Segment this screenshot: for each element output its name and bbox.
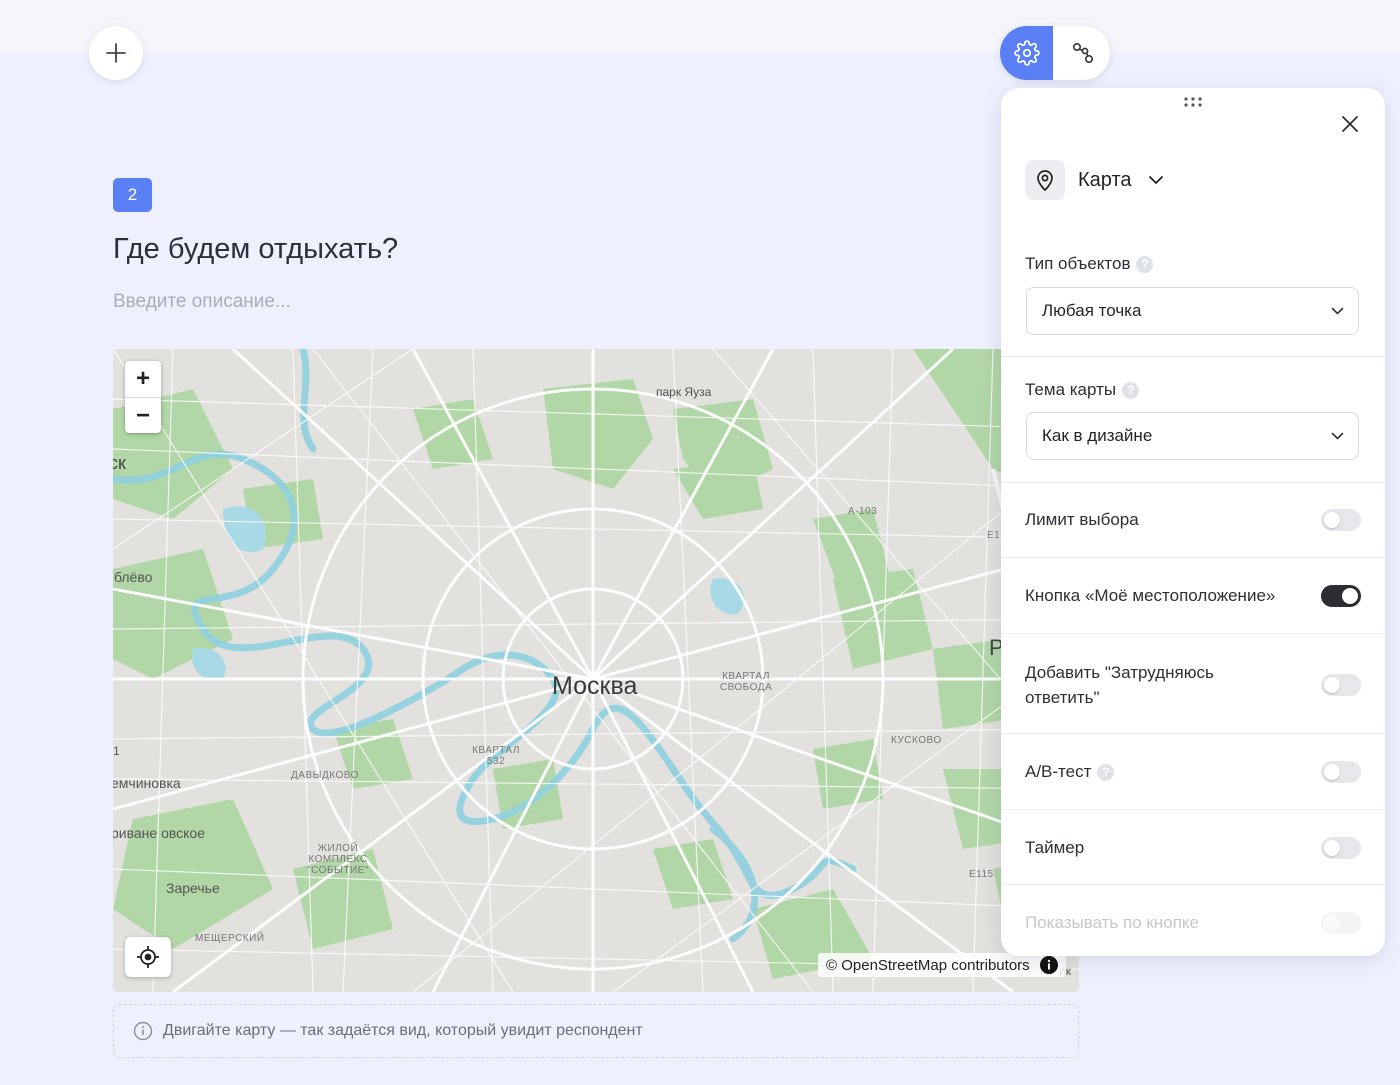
divider	[1001, 482, 1385, 483]
toggle-show-on-button	[1321, 912, 1361, 934]
toggle-row-cant-answer: Добавить "Затрудняюсь ответить"	[1025, 660, 1361, 710]
attribution-text[interactable]: © OpenStreetMap contributors	[826, 957, 1030, 974]
zoom-out-button[interactable]: −	[125, 398, 161, 434]
map-tiles	[113, 349, 1079, 992]
map-label-zarechye: Заречье	[166, 880, 220, 896]
toggle-ab-test[interactable]	[1321, 761, 1361, 783]
chevron-down-icon	[1148, 176, 1163, 185]
panel-mode-switch	[1000, 26, 1110, 80]
my-location-button[interactable]	[125, 937, 171, 977]
map-label-city: Москва	[552, 672, 638, 700]
divider	[1001, 557, 1385, 558]
logic-tab[interactable]	[1055, 26, 1110, 80]
map-label-one: 1	[113, 744, 120, 758]
question-description-input[interactable]: Введите описание...	[113, 291, 291, 313]
toggle-row-ab-test: А/В-тест ?	[1025, 760, 1361, 784]
drag-handle-icon[interactable]	[1183, 96, 1203, 108]
toggle-row-show-on-button: Показывать по кнопке	[1025, 911, 1361, 935]
toggle-label-my-location: Кнопка «Моё местоположение»	[1025, 586, 1276, 605]
settings-panel: Карта Тип объектов ? Любая точка Тема ка…	[1001, 88, 1385, 956]
toggle-label-show-on-button: Показывать по кнопке	[1025, 913, 1200, 932]
plus-icon	[106, 43, 126, 63]
object-type-select[interactable]: Любая точка	[1026, 287, 1359, 335]
help-icon[interactable]: ?	[1097, 763, 1115, 781]
map-label-e1: E1	[987, 530, 1001, 541]
toggle-my-location[interactable]	[1321, 585, 1361, 607]
divider	[1001, 633, 1385, 634]
map-label-kvartal-svoboda: КВАРТАЛ СВОБОДА	[719, 671, 773, 693]
map-label-meshchersky: МЕЩЕРСКИЙ	[195, 933, 265, 944]
question-title[interactable]: Где будем отдыхать?	[113, 233, 398, 266]
toggle-label-timer: Таймер	[1025, 838, 1085, 857]
info-icon	[133, 1021, 153, 1041]
map-view[interactable]: парк Яуза Москва ск блёво емчиновка рива…	[113, 349, 1079, 992]
map-label-kuskovo: КУСКОВО	[891, 735, 942, 746]
theme-label-row: Тема карты ?	[1025, 380, 1140, 400]
map-label-e115: E115	[969, 869, 994, 880]
map-label-ivanovskoe: риване овское	[113, 825, 206, 841]
widget-name: Карта	[1078, 168, 1132, 191]
chevron-down-icon	[1331, 307, 1344, 315]
map-label-nemchinovka: емчиновка	[113, 775, 181, 791]
zoom-in-button[interactable]: +	[125, 361, 161, 398]
widget-icon-box	[1025, 160, 1065, 200]
close-icon[interactable]	[1339, 113, 1361, 135]
divider	[1001, 356, 1385, 357]
divider	[1001, 809, 1385, 810]
info-icon[interactable]	[1039, 956, 1058, 974]
branch-icon	[1072, 42, 1093, 64]
map-label-park: парк Яуза	[656, 385, 712, 399]
toggle-label-ab-test: А/В-тест	[1025, 762, 1092, 781]
map-label-kvartal532: КВАРТАЛ 532	[472, 745, 520, 767]
toggle-cant-answer[interactable]	[1321, 674, 1361, 696]
gear-icon	[1013, 40, 1040, 66]
object-type-label-row: Тип объектов ?	[1025, 254, 1154, 274]
crosshair-icon	[137, 946, 159, 968]
help-icon[interactable]: ?	[1136, 255, 1154, 273]
map-label-a103: A-103	[848, 506, 878, 517]
map-hint: Двигайте карту — так задаётся вид, котор…	[113, 1004, 1079, 1058]
object-type-label: Тип объектов	[1025, 254, 1131, 273]
toggle-label-cant-answer: Добавить "Затрудняюсь ответить"	[1025, 663, 1214, 707]
map-attribution: © OpenStreetMap contributors	[818, 953, 1066, 977]
toggle-timer[interactable]	[1321, 837, 1361, 859]
divider	[1001, 733, 1385, 734]
theme-select[interactable]: Как в дизайне	[1026, 412, 1359, 460]
toggle-row-timer: Таймер	[1025, 836, 1361, 860]
map-label-zhk: ЖИЛОЙ КОМПЛЕКС "СОБЫТИЕ"	[307, 843, 369, 876]
map-label-davydkovo: ДАВЫДКОВО	[291, 770, 359, 781]
toggle-row-limit: Лимит выбора	[1025, 508, 1361, 532]
map-pin-icon	[1037, 170, 1053, 192]
zoom-control: + −	[125, 361, 161, 433]
top-bar	[0, 0, 1400, 52]
question-number-badge: 2	[113, 178, 152, 212]
toggle-label-row-ab-test: А/В-тест ?	[1025, 762, 1115, 782]
widget-type-selector[interactable]: Карта	[1025, 160, 1164, 200]
chevron-down-icon	[1331, 432, 1344, 440]
theme-label: Тема карты	[1025, 380, 1117, 399]
help-icon[interactable]: ?	[1122, 381, 1140, 399]
settings-tab[interactable]	[1000, 26, 1053, 80]
toggle-limit[interactable]	[1321, 509, 1361, 531]
map-label-oblevo: блёво	[114, 569, 153, 585]
hint-text: Двигайте карту — так задаётся вид, котор…	[163, 1022, 643, 1039]
map-label-left-k: ск	[113, 453, 126, 473]
toggle-label-limit: Лимит выбора	[1025, 510, 1139, 529]
divider	[1001, 884, 1385, 885]
object-type-value: Любая точка	[1042, 301, 1142, 320]
theme-value: Как в дизайне	[1042, 426, 1153, 445]
toggle-row-my-location: Кнопка «Моё местоположение»	[1025, 584, 1361, 608]
add-block-button[interactable]	[89, 26, 143, 80]
